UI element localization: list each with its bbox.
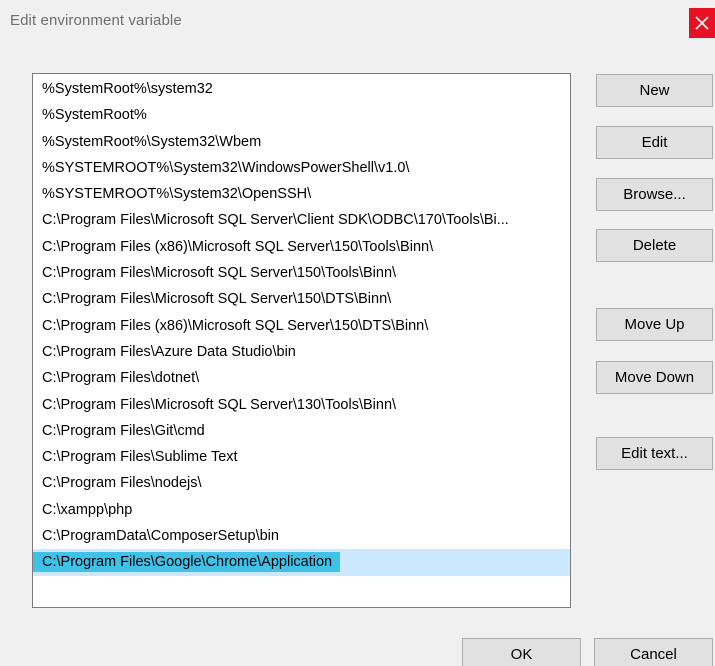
list-item-text: %SystemRoot%\system32: [42, 81, 213, 97]
list-item[interactable]: C:\Program Files\Microsoft SQL Server\15…: [33, 260, 570, 286]
list-item-text: C:\Program Files\Google\Chrome\Applicati…: [33, 552, 341, 573]
list-item-text: C:\Program Files\Microsoft SQL Server\15…: [42, 265, 397, 282]
list-item[interactable]: C:\Program Files\Azure Data Studio\bin: [33, 339, 570, 365]
edit-text-button[interactable]: Edit text...: [596, 437, 713, 470]
list-item-text: %SYSTEMROOT%\System32\WindowsPowerShell\…: [42, 159, 410, 176]
list-item[interactable]: C:\Program Files\nodejs\: [33, 470, 570, 496]
move-down-button[interactable]: Move Down: [596, 361, 713, 394]
list-item[interactable]: %SYSTEMROOT%\System32\WindowsPowerShell\…: [33, 155, 570, 181]
list-item[interactable]: C:\ProgramData\ComposerSetup\bin: [33, 523, 570, 549]
list-item-text: %SYSTEMROOT%\System32\OpenSSH\: [42, 186, 312, 203]
list-item[interactable]: C:\Program Files\dotnet\: [33, 365, 570, 391]
list-item-text: C:\xampp\php: [42, 501, 133, 518]
ok-button[interactable]: OK: [462, 638, 581, 666]
close-icon: [695, 16, 709, 30]
list-item[interactable]: C:\Program Files\Microsoft SQL Server\13…: [33, 392, 570, 418]
list-item[interactable]: C:\Program Files\Microsoft SQL Server\Cl…: [33, 207, 570, 233]
list-item-text: C:\Program Files\dotnet\: [42, 370, 200, 387]
list-item[interactable]: C:\Program Files (x86)\Microsoft SQL Ser…: [33, 234, 570, 260]
list-item-text: C:\Program Files\Git\cmd: [42, 422, 205, 439]
list-item-text: C:\Program Files\Microsoft SQL Server\15…: [42, 291, 392, 308]
list-item-text: C:\Program Files\nodejs\: [42, 475, 202, 492]
edit-environment-variable-dialog: Edit environment variable %SystemRoot%\s…: [0, 0, 715, 666]
list-item-text: C:\Program Files\Microsoft SQL Server\13…: [42, 396, 397, 413]
list-item[interactable]: C:\xampp\php: [33, 497, 570, 523]
list-item[interactable]: C:\Program Files\Git\cmd: [33, 418, 570, 444]
list-item[interactable]: C:\Program Files\Sublime Text: [33, 444, 570, 470]
move-up-button[interactable]: Move Up: [596, 308, 713, 341]
list-item-text: C:\Program Files (x86)\Microsoft SQL Ser…: [42, 238, 434, 255]
list-item-text: C:\Program Files (x86)\Microsoft SQL Ser…: [42, 317, 429, 334]
list-item-text: %SystemRoot%: [42, 107, 147, 124]
list-item[interactable]: %SystemRoot%: [33, 102, 570, 128]
new-button[interactable]: New: [596, 74, 713, 107]
edit-button[interactable]: Edit: [596, 126, 713, 159]
list-item-text: C:\Program Files\Microsoft SQL Server\Cl…: [42, 212, 509, 229]
list-item-text: C:\Program Files\Sublime Text: [42, 449, 238, 466]
delete-button[interactable]: Delete: [596, 229, 713, 262]
list-item-text: C:\Program Files\Azure Data Studio\bin: [42, 343, 296, 360]
list-item[interactable]: %SystemRoot%\System32\Wbem: [33, 129, 570, 155]
browse-button[interactable]: Browse...: [596, 178, 713, 211]
list-item-selected[interactable]: C:\Program Files\Google\Chrome\Applicati…: [33, 549, 570, 576]
list-item-text: C:\ProgramData\ComposerSetup\bin: [42, 528, 279, 545]
cancel-button[interactable]: Cancel: [594, 638, 713, 666]
close-button[interactable]: [689, 8, 715, 38]
list-item-text: %SystemRoot%\System32\Wbem: [42, 133, 262, 150]
window-title: Edit environment variable: [10, 12, 182, 29]
list-item[interactable]: %SystemRoot%\system32: [33, 76, 570, 102]
path-listbox[interactable]: %SystemRoot%\system32 %SystemRoot% %System…: [32, 73, 571, 608]
list-item[interactable]: C:\Program Files (x86)\Microsoft SQL Ser…: [33, 313, 570, 339]
list-item[interactable]: %SYSTEMROOT%\System32\OpenSSH\: [33, 181, 570, 207]
list-item[interactable]: C:\Program Files\Microsoft SQL Server\15…: [33, 286, 570, 312]
